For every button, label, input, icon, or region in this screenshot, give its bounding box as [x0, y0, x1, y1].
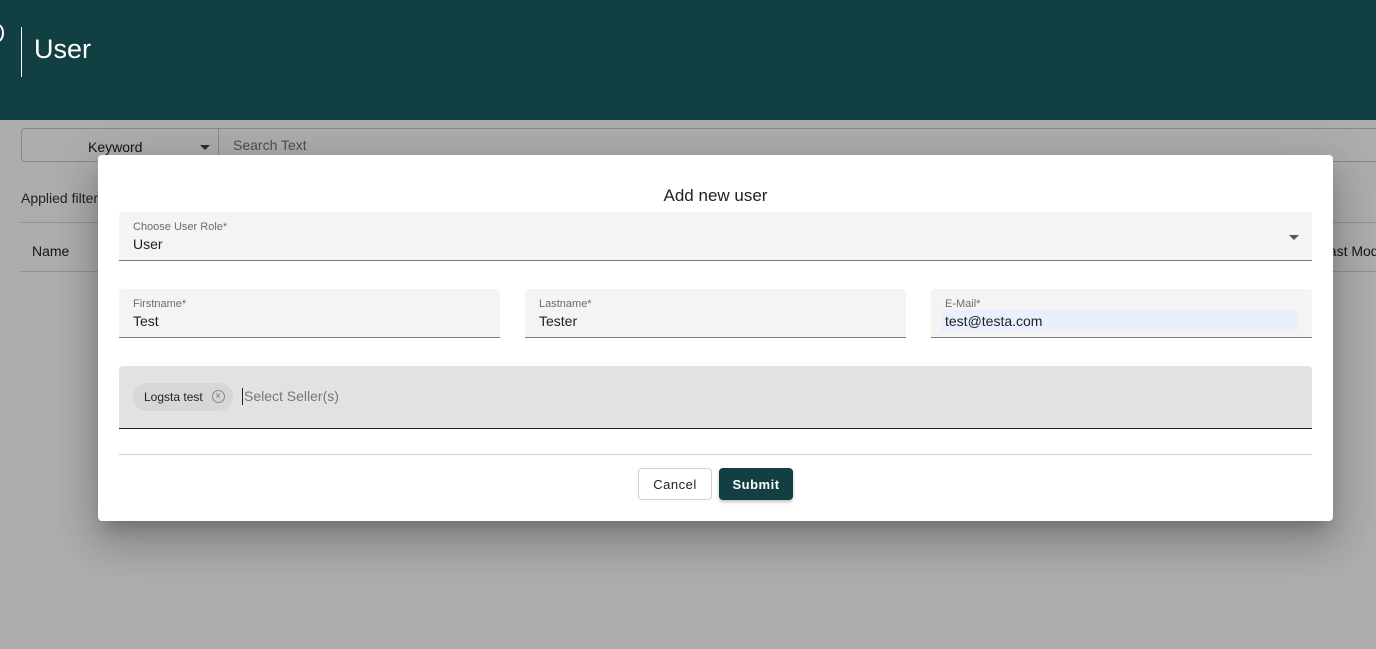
email-field[interactable]: E-Mail* test@testa.com — [931, 289, 1312, 338]
user-role-select[interactable]: Choose User Role* User — [119, 212, 1312, 261]
seller-chip[interactable]: Logsta test × — [133, 383, 233, 411]
firstname-label: Firstname* — [133, 298, 187, 310]
text-cursor — [242, 388, 243, 405]
cancel-button[interactable]: Cancel — [638, 468, 712, 500]
submit-button[interactable]: Submit — [719, 468, 793, 500]
lastname-label: Lastname* — [539, 298, 592, 310]
header-divider — [21, 27, 22, 77]
chevron-down-icon — [1289, 235, 1299, 240]
add-user-dialog: Add new user Choose User Role* User Firs… — [98, 155, 1333, 521]
email-value[interactable]: test@testa.com — [945, 313, 1042, 329]
lastname-field[interactable]: Lastname* Tester — [525, 289, 906, 338]
seller-select-field[interactable]: Logsta test × Select Seller(s) — [119, 366, 1312, 429]
logo-icon — [0, 24, 4, 42]
dialog-title: Add new user — [663, 186, 768, 205]
app-header: User — [0, 0, 1376, 120]
seller-chip-label: Logsta test — [144, 390, 203, 404]
page: User Keyword Applied filter Name Last Mo… — [0, 0, 1376, 649]
page-title: User — [34, 34, 92, 64]
remove-chip-icon[interactable]: × — [211, 390, 225, 403]
email-label: E-Mail* — [945, 298, 981, 310]
user-role-value: User — [133, 236, 163, 252]
user-role-label: Choose User Role* — [133, 221, 228, 233]
dialog-divider — [119, 454, 1312, 455]
firstname-value[interactable]: Test — [133, 313, 159, 329]
firstname-field[interactable]: Firstname* Test — [119, 289, 500, 338]
seller-placeholder: Select Seller(s) — [244, 388, 339, 404]
lastname-value[interactable]: Tester — [539, 313, 577, 329]
